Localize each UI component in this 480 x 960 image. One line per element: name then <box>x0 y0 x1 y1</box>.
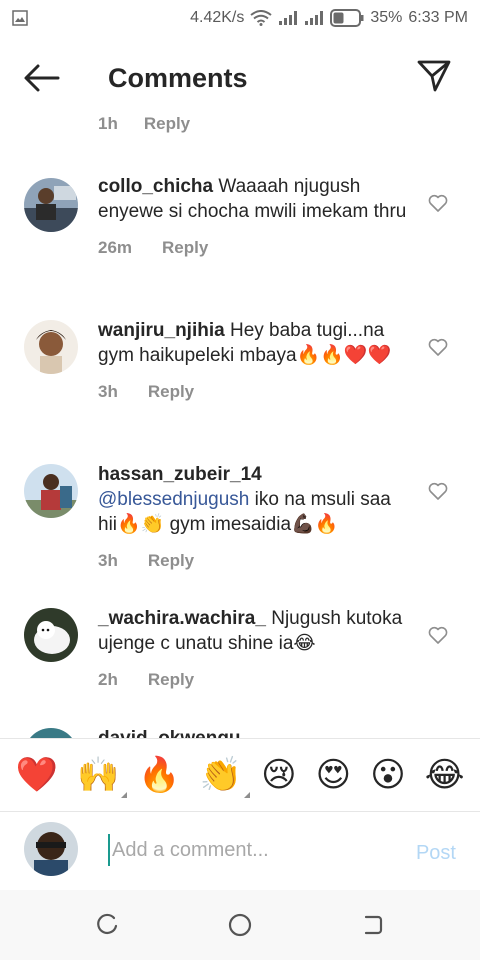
emoji-surprised-button[interactable]: 😮 <box>370 758 405 792</box>
reply-button[interactable]: Reply <box>148 551 194 571</box>
emoji-heart-button[interactable]: ❤️ <box>16 758 58 792</box>
comment-time: 3h <box>98 382 118 401</box>
reply-button[interactable]: Reply <box>162 238 208 258</box>
comment-text: _wachira.wachira_ Njugush kutoka ujenge … <box>98 606 408 656</box>
comment-meta: 3h Reply <box>98 382 408 402</box>
avatar[interactable] <box>24 608 78 662</box>
partial-comment-meta: 1h Reply <box>98 114 190 134</box>
avatar[interactable] <box>24 728 78 738</box>
comment-time: 2h <box>98 670 118 689</box>
comment-meta: 26m Reply <box>98 238 408 258</box>
comment-time: 1h <box>98 114 118 133</box>
comment-body: wanjiru_njihia Hey baba tugi...na gym ha… <box>98 318 408 402</box>
signal-icon <box>279 11 298 25</box>
arrow-left-icon[interactable] <box>22 62 62 94</box>
network-speed: 4.42K/s <box>190 9 245 26</box>
comment-meta: 3h Reply <box>98 551 408 571</box>
comment-body: david_okwengu <box>98 726 408 738</box>
emoji-crying-button[interactable]: 😢 <box>261 758 296 792</box>
comment-list[interactable]: 1h Reply collo_chicha Waaaah njugush eny… <box>0 112 480 738</box>
comment-text: wanjiru_njihia Hey baba tugi...na gym ha… <box>98 318 408 368</box>
username[interactable]: david_okwengu <box>98 728 241 738</box>
emoji-clap-button[interactable]: 👏 <box>199 755 251 798</box>
reply-button[interactable]: Reply <box>144 114 190 134</box>
paper-plane-icon[interactable] <box>416 58 452 94</box>
heart-icon[interactable] <box>428 626 448 644</box>
clock: 6:33 PM <box>408 9 468 26</box>
comment-time: 26m <box>98 238 133 257</box>
reply-button[interactable]: Reply <box>148 670 194 690</box>
mention-link[interactable]: @blessednjugush <box>98 489 249 510</box>
comment-body: collo_chicha Waaaah njugush enyewe si ch… <box>98 174 408 258</box>
wifi-icon <box>250 10 272 26</box>
avatar[interactable] <box>24 320 78 374</box>
page-title: Comments <box>108 63 248 93</box>
battery-percent: 35% <box>370 9 403 26</box>
header: Comments <box>0 36 480 118</box>
username[interactable]: _wachira.wachira_ <box>98 608 266 629</box>
username[interactable]: hassan_zubeir_14 <box>98 464 262 485</box>
username[interactable]: collo_chicha <box>98 176 213 197</box>
comment-text: collo_chicha Waaaah njugush enyewe si ch… <box>98 174 408 224</box>
avatar[interactable] <box>24 178 78 232</box>
comment-body: _wachira.wachira_ Njugush kutoka ujenge … <box>98 606 408 690</box>
system-nav-bar <box>0 890 480 960</box>
home-icon[interactable] <box>227 912 253 938</box>
comment-text: hassan_zubeir_14 @blessednjugush iko na … <box>98 462 408 537</box>
username[interactable]: wanjiru_njihia <box>98 320 225 341</box>
comment-body: hassan_zubeir_14 @blessednjugush iko na … <box>98 462 408 571</box>
emoji-glyph: 🙌 <box>76 755 120 795</box>
recent-apps-icon[interactable] <box>94 912 120 938</box>
emoji-joy-button[interactable]: 😂 <box>425 758 465 792</box>
signal-icon-2 <box>305 11 324 25</box>
emoji-glyph: 👏 <box>199 755 243 795</box>
comment-text: david_okwengu <box>98 726 408 738</box>
back-nav-icon[interactable] <box>360 912 386 938</box>
comment-input[interactable] <box>108 834 388 866</box>
emoji-heart-eyes-button[interactable]: 😍 <box>316 758 351 792</box>
status-right: 4.42K/s 35% 6:33 PM <box>190 0 468 36</box>
status-bar: 4.42K/s 35% 6:33 PM <box>0 0 480 36</box>
reply-button[interactable]: Reply <box>148 382 194 402</box>
comment-time: 3h <box>98 551 118 570</box>
emoji-bar: ❤️ 🙌 🔥 👏 😢 😍 😮 😂 <box>0 738 480 812</box>
heart-icon[interactable] <box>428 194 448 212</box>
avatar <box>24 822 78 876</box>
comment-meta: 2h Reply <box>98 670 408 690</box>
emoji-fire-button[interactable]: 🔥 <box>138 758 180 792</box>
avatar[interactable] <box>24 464 78 518</box>
gallery-icon <box>12 10 28 26</box>
emoji-raised-hands-button[interactable]: 🙌 <box>76 755 128 798</box>
heart-icon[interactable] <box>428 482 448 500</box>
heart-icon[interactable] <box>428 338 448 356</box>
battery-icon <box>330 9 364 27</box>
post-button[interactable]: Post <box>416 842 456 865</box>
comment-composer: Post <box>0 812 480 890</box>
